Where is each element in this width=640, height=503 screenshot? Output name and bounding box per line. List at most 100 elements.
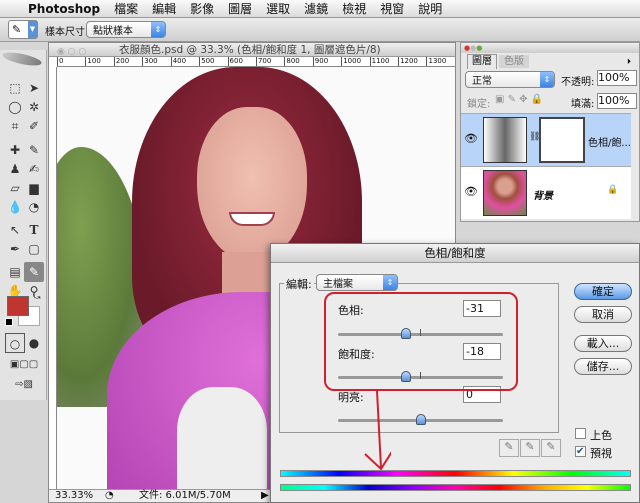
shape-tool-icon[interactable]: ▢ <box>24 239 44 259</box>
sample-size-value: 點狀樣本 <box>93 26 133 37</box>
dialog-title[interactable]: 色相/飽和度 <box>271 244 639 263</box>
fill-label: 填滿: <box>571 99 595 110</box>
pen-tool-icon[interactable]: ✒ <box>5 239 25 259</box>
menu-image[interactable]: 影像 <box>190 0 214 17</box>
status-clock-icon: ◔ <box>105 490 114 501</box>
menu-edit[interactable]: 編輯 <box>152 0 176 17</box>
eraser-tool-icon[interactable]: ▱ <box>5 178 25 198</box>
eyedropper-icon[interactable]: ✎ <box>499 439 519 457</box>
blur-tool-icon[interactable]: 💧 <box>5 197 25 217</box>
output-hue-spectrum-bar <box>280 484 631 491</box>
menu-help[interactable]: 說明 <box>418 0 442 17</box>
stamp-tool-icon[interactable]: ♟ <box>5 159 25 179</box>
ruler-tick: 800 <box>284 57 312 66</box>
opacity-label: 不透明: <box>561 77 595 88</box>
menu-app[interactable]: Photoshop <box>28 2 100 16</box>
adjustment-layer-thumbnail <box>483 117 527 163</box>
ok-button[interactable]: 確定 <box>574 283 632 300</box>
ruler-tick: 700 <box>255 57 284 66</box>
background-layer-thumbnail <box>483 170 527 216</box>
swap-colors-icon[interactable]: ⤿ <box>33 292 41 302</box>
standard-mode-icon[interactable]: ○ <box>5 333 25 353</box>
lock-label: 鎖定: <box>467 99 491 110</box>
ruler-tick: 500 <box>199 57 227 66</box>
tools-palette: ⬚ ➤ ◯ ✲ ⌗ ✐ ✚ ✎ ♟ ✍ ▱ ▆ 💧 ◔ ↖ T ✒ ▢ ▤ ✎ … <box>0 49 47 400</box>
jump-to-imageready-icon[interactable]: ⇨▧ <box>4 375 44 395</box>
layer-row[interactable]: 👁 背景 🔒 <box>461 166 631 219</box>
gradient-tool-icon[interactable]: ▆ <box>24 178 44 198</box>
menu-view[interactable]: 檢視 <box>342 0 366 17</box>
layer-mask-thumbnail <box>539 117 585 163</box>
screen-mode-icons[interactable]: ▣▢▢ <box>4 355 44 375</box>
preview-label: 預視 <box>590 447 612 460</box>
preview-checkbox[interactable]: ✔ <box>575 446 586 457</box>
menu-file[interactable]: 檔案 <box>114 0 138 17</box>
opacity-input[interactable]: 100% <box>597 70 637 86</box>
blend-mode-value: 正常 <box>472 76 492 87</box>
tab-layers[interactable]: 圖層 <box>467 54 497 69</box>
smile <box>229 212 275 226</box>
document-title-bar[interactable]: ◉ ○ ○ 衣服顏色.psd @ 33.3% (色相/飽和度 1, 圖層遮色片/… <box>49 43 455 57</box>
lasso-tool-icon[interactable]: ◯ <box>5 97 25 117</box>
panel-window-controls[interactable]: ●●● <box>461 43 639 53</box>
brush-tool-icon[interactable]: ✎ <box>24 140 44 160</box>
ruler-tick: 600 <box>227 57 256 66</box>
document-title: 衣服顏色.psd @ 33.3% (色相/飽和度 1, 圖層遮色片/8) <box>119 44 381 56</box>
lock-icons[interactable]: ▣ ✎ ✥ 🔒 <box>495 94 543 105</box>
path-select-tool-icon[interactable]: ↖ <box>5 220 25 240</box>
annotation-arrow <box>364 390 391 471</box>
edit-channel-select[interactable]: 主檔案 ⇕ <box>316 274 398 291</box>
type-tool-icon[interactable]: T <box>24 220 44 240</box>
hue-saturation-dialog: 色相/飽和度 編輯: 主檔案 ⇕ 色相: -31 飽和度: -18 明亮: 0 確… <box>270 243 640 503</box>
marquee-tool-icon[interactable]: ⬚ <box>5 78 25 98</box>
window-controls-icon[interactable]: ◉ ○ ○ <box>57 45 86 59</box>
colorize-label: 上色 <box>590 429 612 442</box>
file-info: 文件: 6.01M/5.70M <box>139 490 231 501</box>
eyedropper-tool-icon[interactable]: ✎ <box>24 262 44 282</box>
vertical-ruler <box>49 67 57 489</box>
tab-channels[interactable]: 色版 <box>499 55 529 68</box>
sample-size-select[interactable]: 點狀樣本 ⇕ <box>86 21 166 38</box>
blend-mode-select[interactable]: 正常 ⇕ <box>465 71 555 88</box>
menu-layer[interactable]: 圖層 <box>228 0 252 17</box>
visibility-eye-icon[interactable]: 👁 <box>464 132 478 145</box>
layer-row[interactable]: 👁 ⛓ 色相/飽... <box>461 113 631 166</box>
menu-window[interactable]: 視窗 <box>380 0 404 17</box>
default-colors-icon[interactable] <box>5 318 13 326</box>
visibility-eye-icon[interactable]: 👁 <box>464 185 478 198</box>
tool-preset-picker[interactable]: ✎ ▼ <box>8 20 38 39</box>
cancel-button[interactable]: 取消 <box>574 306 632 323</box>
ruler-tick: 100 <box>85 57 113 66</box>
select-arrows-icon: ⇕ <box>540 72 554 87</box>
move-tool-icon[interactable]: ➤ <box>24 78 44 98</box>
zoom-level[interactable]: 33.33% <box>55 490 93 502</box>
edit-label: 編輯: <box>284 276 314 292</box>
menu-select[interactable]: 選取 <box>266 0 290 17</box>
save-button[interactable]: 儲存... <box>574 358 632 375</box>
notes-tool-icon[interactable]: ▤ <box>5 262 25 282</box>
panel-menu-icon[interactable]: ⏵ <box>627 57 631 67</box>
crop-tool-icon[interactable]: ⌗ <box>5 116 25 136</box>
lightness-slider-thumb[interactable] <box>415 414 426 425</box>
ruler-tick: 200 <box>113 57 142 66</box>
ruler-tick: 1300 <box>426 57 454 66</box>
dodge-tool-icon[interactable]: ◔ <box>24 197 44 217</box>
status-menu-arrow-icon[interactable]: ▶ <box>261 490 269 502</box>
select-arrows-icon: ⇕ <box>151 22 165 37</box>
eyedropper-plus-icon[interactable]: ✎ <box>520 439 540 457</box>
fill-input[interactable]: 100% <box>597 93 637 109</box>
ruler-tick: 900 <box>312 57 341 66</box>
healing-brush-tool-icon[interactable]: ✚ <box>5 140 25 160</box>
layers-panel: ●●● 圖層 色版 ⏵ 正常 ⇕ 不透明: 100% 鎖定: ▣ ✎ ✥ 🔒 填滿… <box>460 42 640 222</box>
foreground-color-swatch[interactable] <box>7 296 29 316</box>
magic-wand-tool-icon[interactable]: ✲ <box>24 97 44 117</box>
slice-tool-icon[interactable]: ✐ <box>24 116 44 136</box>
eyedropper-minus-icon[interactable]: ✎ <box>541 439 561 457</box>
colorize-checkbox[interactable] <box>575 428 586 439</box>
load-button[interactable]: 載入... <box>574 335 632 352</box>
edit-channel-value: 主檔案 <box>323 279 353 290</box>
quick-mask-mode-icon[interactable]: ● <box>24 333 44 353</box>
menu-bar: Photoshop 檔案 編輯 影像 圖層 選取 濾鏡 檢視 視窗 說明 <box>0 0 640 18</box>
menu-filter[interactable]: 濾鏡 <box>304 0 328 17</box>
history-brush-tool-icon[interactable]: ✍ <box>24 159 44 179</box>
